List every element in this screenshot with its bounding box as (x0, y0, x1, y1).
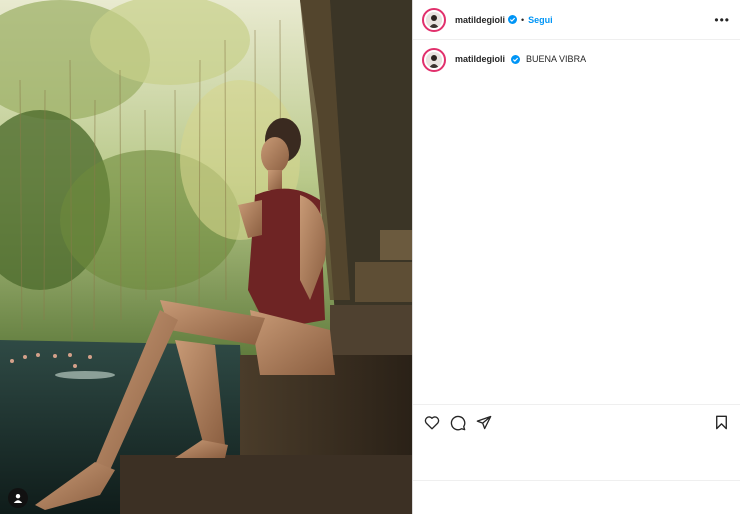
comment-bar (413, 480, 740, 515)
tagged-users-button[interactable] (8, 488, 28, 508)
comment-icon (450, 415, 465, 430)
heart-icon (424, 416, 439, 430)
caption-text: BUENA VIBRA (526, 54, 587, 65)
caption: matildegioli BUENA VIBRA (455, 54, 586, 65)
post-side-panel: matildegioli • Segui ••• matildegioli BU… (412, 0, 740, 514)
post-header: matildegioli • Segui ••• (413, 0, 740, 40)
separator-dot: • (521, 14, 525, 25)
verified-badge-icon (510, 54, 520, 66)
comment-button[interactable] (449, 414, 466, 431)
caption-username[interactable]: matildegioli (455, 54, 505, 64)
avatar-image (426, 11, 442, 28)
caption-row: matildegioli BUENA VIBRA (413, 40, 740, 80)
follow-button[interactable]: Segui (528, 15, 553, 25)
like-button[interactable] (423, 414, 440, 431)
avatar-image (426, 52, 442, 68)
share-button[interactable] (475, 414, 492, 431)
bookmark-icon (716, 415, 727, 430)
verified-badge-icon (508, 11, 518, 29)
action-bar (413, 404, 740, 440)
post-photo[interactable] (0, 0, 412, 514)
more-options-icon[interactable]: ••• (714, 14, 730, 26)
author-username[interactable]: matildegioli (455, 15, 505, 25)
caption-avatar[interactable] (422, 48, 446, 72)
user-icon (13, 494, 23, 503)
save-button[interactable] (713, 414, 730, 431)
post-image (0, 0, 412, 514)
share-icon (476, 415, 491, 430)
author-avatar[interactable] (422, 7, 446, 32)
